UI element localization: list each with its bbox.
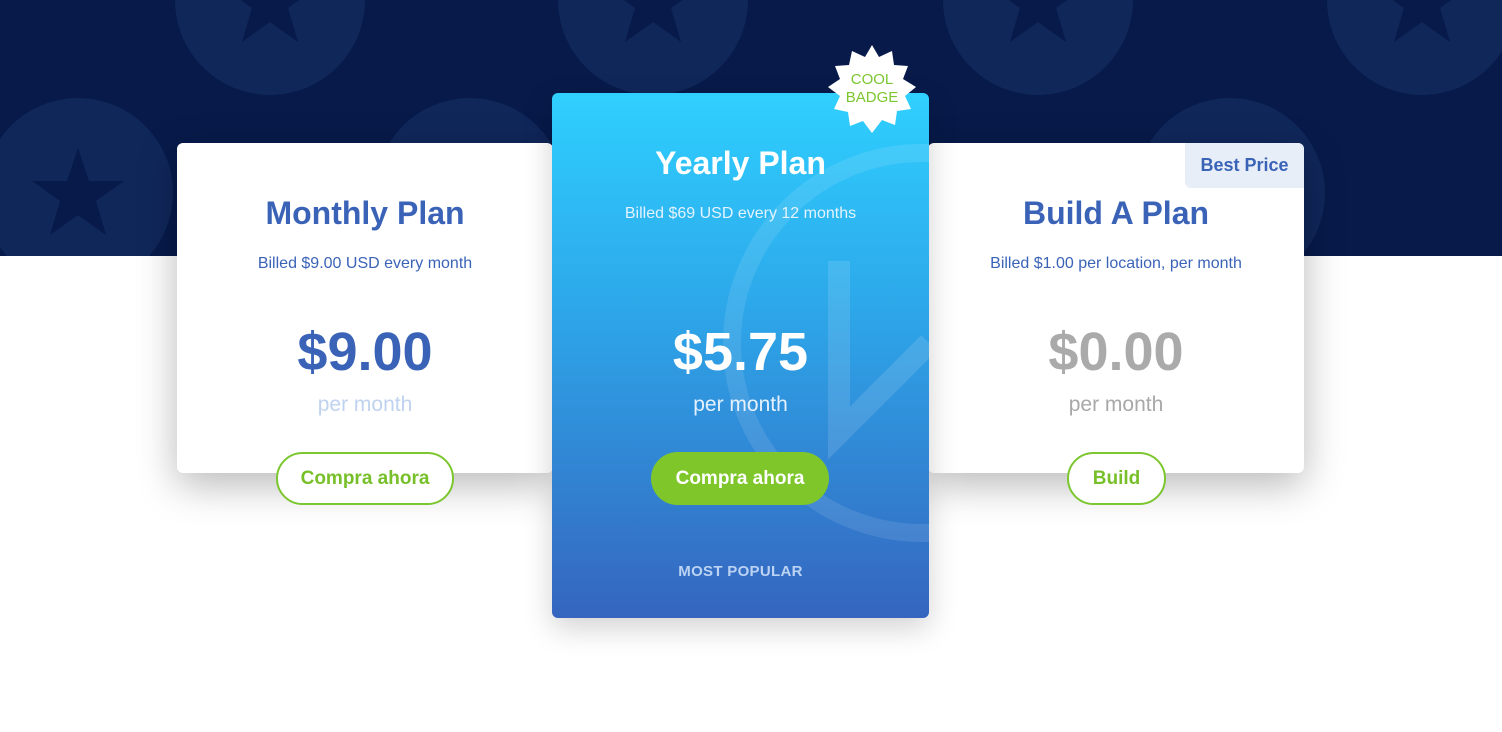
plan-price: $0.00 <box>1048 322 1184 382</box>
cool-badge-line: BADGE <box>845 89 899 106</box>
plan-price: $9.00 <box>297 322 433 382</box>
plan-period: per month <box>1068 393 1164 416</box>
star-circle-icon <box>943 0 1133 95</box>
most-popular-label: MOST POPULAR <box>678 563 803 580</box>
plan-card-monthly: Monthly Plan Billed $9.00 USD every mont… <box>177 143 553 505</box>
cool-badge-label: COOL BADGE <box>828 71 916 107</box>
plan-billing-text: Billed $69 USD every 12 months <box>624 205 857 222</box>
star-circle-icon <box>558 0 748 95</box>
plan-card-build: Best Price Build A Plan Billed $1.00 per… <box>928 143 1304 505</box>
build-button[interactable]: Build <box>1067 452 1166 505</box>
plan-title: Yearly Plan <box>655 145 826 181</box>
plan-billing-text: Billed $9.00 USD every month <box>257 255 473 272</box>
plan-title: Monthly Plan <box>265 195 465 231</box>
star-circle-icon <box>175 0 365 95</box>
plan-period: per month <box>693 393 788 416</box>
cool-badge: COOL BADGE <box>828 45 916 133</box>
star-circle-icon <box>0 98 173 256</box>
plan-period: per month <box>317 393 413 416</box>
plan-card-yearly: Yearly Plan Billed $69 USD every 12 mont… <box>552 93 929 618</box>
plan-price: $5.75 <box>672 322 809 382</box>
plan-title: Build A Plan <box>1022 195 1210 231</box>
buy-now-button-yearly[interactable]: Compra ahora <box>651 452 829 505</box>
star-circle-icon <box>1327 0 1502 95</box>
best-price-tag: Best Price <box>1185 143 1304 188</box>
plan-billing-text: Billed $1.00 per location, per month <box>990 255 1242 272</box>
cool-badge-line: COOL <box>850 71 894 88</box>
buy-now-button-monthly[interactable]: Compra ahora <box>276 452 454 505</box>
